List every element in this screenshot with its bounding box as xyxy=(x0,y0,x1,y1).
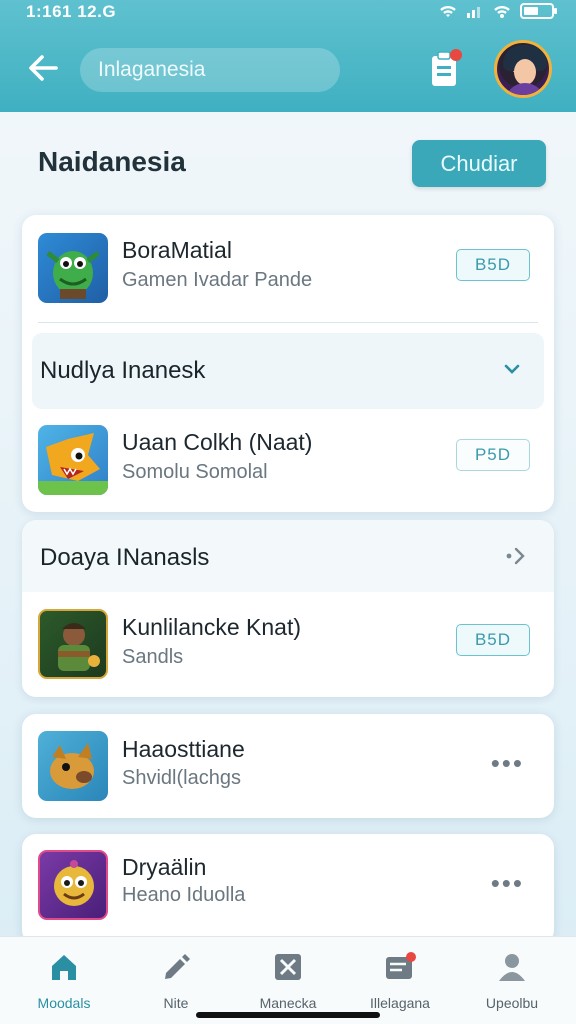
nav-item-messages[interactable]: Illelagana xyxy=(350,945,450,1011)
mail-icon xyxy=(386,952,416,979)
item-title: Haaosttiane xyxy=(122,736,245,762)
list-item[interactable]: Kunlilancke Knat) Sandls B5D xyxy=(22,592,554,697)
app-thumbnail-dragon xyxy=(38,233,108,303)
price-badge[interactable]: P5D xyxy=(456,439,530,471)
status-time: 1:161 12.G xyxy=(26,2,117,21)
wifi-icon xyxy=(440,5,456,17)
card-item-3[interactable]: Haaosttiane Shvidl(lachgs ••• xyxy=(22,714,554,818)
section-label: Nudlya Inanesk xyxy=(40,357,206,384)
status-bar: 1:161 12.G xyxy=(0,0,576,26)
card-item-4[interactable]: Dryaälin Heano Iduolla ••• xyxy=(22,834,554,944)
chevron-down-icon xyxy=(504,364,520,374)
item-subtitle: Shvidl(lachgs xyxy=(122,767,241,789)
home-indicator[interactable] xyxy=(196,1012,380,1018)
item-title: Dryaälin xyxy=(122,854,207,880)
notification-dot xyxy=(450,49,462,61)
app-thumbnail-robot xyxy=(38,850,108,920)
chevron-right-icon xyxy=(506,547,525,565)
item-title: Uaan Colkh (Naat) xyxy=(122,429,313,455)
bottom-nav: Moodals Nite Manecka Illelagana Upeolbu xyxy=(0,936,576,1024)
battery-icon xyxy=(520,3,557,19)
page-title: Naidanesia xyxy=(38,146,186,177)
item-subtitle: Somolu Somolal xyxy=(122,461,268,483)
item-title: BoraMatial xyxy=(122,237,232,263)
wifi-icon-2 xyxy=(494,5,510,18)
clipboard-icon xyxy=(432,49,462,86)
section-header[interactable]: Nudlya Inanesk xyxy=(32,333,544,409)
more-options-icon[interactable]: ••• xyxy=(491,868,524,899)
item-subtitle: Sandls xyxy=(122,646,184,668)
nav-item-manage[interactable]: Manecka xyxy=(238,945,338,1011)
person-icon xyxy=(499,954,525,981)
item-title: Kunlilancke Knat) xyxy=(122,614,301,640)
back-button[interactable] xyxy=(24,48,64,88)
nav-label: Moodals xyxy=(37,995,91,1011)
item-subtitle: Gamen Ivadar Pande xyxy=(122,269,313,291)
search-input[interactable]: Inlaganesia xyxy=(80,48,340,92)
nav-label: Manecka xyxy=(259,995,317,1011)
app-bar: 1:161 12.G Inlaganesia xyxy=(0,0,576,112)
signal-icon xyxy=(467,7,480,18)
price-badge[interactable]: B5D xyxy=(456,249,530,281)
clipboard-button[interactable] xyxy=(428,48,464,88)
section-header[interactable]: Doaya INanasls xyxy=(22,520,554,592)
nav-label: Nite xyxy=(163,995,189,1011)
app-thumbnail-creature xyxy=(38,425,108,495)
price-badge[interactable]: B5D xyxy=(456,624,530,656)
list-item[interactable]: Uaan Colkh (Naat) Somolu Somolal P5D xyxy=(22,411,554,511)
card-group-2: Doaya INanasls Kunlilancke Knat) Sandls … xyxy=(22,520,554,697)
app-thumbnail-beast xyxy=(38,731,108,801)
list-item[interactable]: BoraMatial Gamen Ivadar Pande B5D xyxy=(22,215,554,321)
nav-label: Illelagana xyxy=(370,995,430,1011)
nav-item-edit[interactable]: Nite xyxy=(126,945,226,1011)
pencil-icon xyxy=(165,954,190,979)
home-icon xyxy=(52,955,76,980)
section-label: Doaya INanasls xyxy=(40,544,210,571)
image-box-icon xyxy=(275,954,301,980)
item-subtitle: Heano Iduolla xyxy=(122,884,246,906)
nav-label: Upeolbu xyxy=(485,995,539,1011)
divider xyxy=(38,322,538,323)
back-arrow-icon xyxy=(29,55,58,81)
primary-button[interactable]: Chudiar xyxy=(412,140,546,187)
avatar[interactable] xyxy=(494,40,552,98)
app-thumbnail-warrior xyxy=(38,609,108,679)
nav-item-profile[interactable]: Upeolbu xyxy=(462,945,562,1011)
status-icons xyxy=(438,2,558,20)
more-options-icon[interactable]: ••• xyxy=(491,748,524,779)
nav-item-home[interactable]: Moodals xyxy=(14,945,114,1011)
card-group-1: BoraMatial Gamen Ivadar Pande B5D Nudlya… xyxy=(22,215,554,512)
